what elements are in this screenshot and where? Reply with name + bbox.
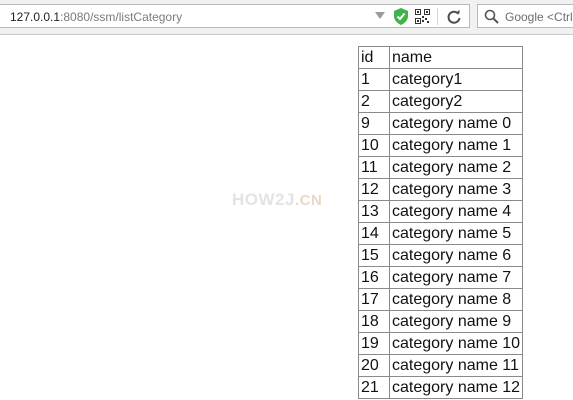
table-header-row: id name	[358, 46, 524, 69]
cell-name: category name 1	[388, 134, 524, 157]
table-row: 17 category name 8	[358, 288, 524, 311]
toolbar-separator	[437, 8, 438, 25]
cell-name: category2	[388, 90, 524, 113]
cell-id: 19	[358, 332, 390, 355]
cell-name: category name 5	[388, 222, 524, 245]
cell-name: category name 6	[388, 244, 524, 267]
cell-name: category1	[388, 68, 524, 91]
url-host: 127.0.0.1	[10, 10, 61, 24]
cell-name: category name 0	[388, 112, 524, 135]
cell-id: 17	[358, 288, 390, 311]
table-row: 14 category name 5	[358, 222, 524, 245]
table-row: 13 category name 4	[358, 200, 524, 223]
table-row: 19 category name 10	[358, 332, 524, 355]
cell-id: 2	[358, 90, 390, 113]
table-row: 16 category name 7	[358, 266, 524, 289]
cell-name: category name 11	[388, 354, 524, 377]
table-row: 9 category name 0	[358, 112, 524, 135]
table-row: 21 category name 12	[358, 376, 524, 399]
url-path: :8080/ssm/listCategory	[60, 10, 183, 24]
watermark-logo: HOW2J.CN	[232, 190, 322, 210]
reload-icon[interactable]	[446, 9, 462, 25]
search-bar[interactable]: Google <Ctrl+K>	[477, 4, 573, 28]
table-row: 11 category name 2	[358, 156, 524, 179]
search-placeholder: Google <Ctrl+K>	[505, 10, 573, 24]
column-header-name: name	[388, 46, 524, 69]
cell-name: category name 7	[388, 266, 524, 289]
cell-id: 15	[358, 244, 390, 267]
cell-id: 11	[358, 156, 390, 179]
url-bar[interactable]: 127.0.0.1:8080/ssm/listCategory	[0, 4, 470, 28]
qr-code-icon[interactable]	[415, 9, 430, 24]
column-header-id: id	[358, 46, 390, 69]
cell-name: category name 2	[388, 156, 524, 179]
url-dropdown-icon[interactable]	[375, 12, 385, 19]
cell-name: category name 10	[388, 332, 524, 355]
cell-id: 1	[358, 68, 390, 91]
table-row: 20 category name 11	[358, 354, 524, 377]
shield-icon[interactable]	[393, 8, 409, 25]
watermark-suffix: .CN	[294, 192, 323, 209]
table-row: 15 category name 6	[358, 244, 524, 267]
watermark-text: HOW2J	[232, 190, 295, 209]
table-row: 12 category name 3	[358, 178, 524, 201]
browser-toolbar: 127.0.0.1:8080/ssm/listCategory Google <…	[0, 0, 573, 35]
search-icon	[484, 9, 499, 24]
cell-name: category name 8	[388, 288, 524, 311]
table-body: 1 category1 2 category2 9 category name 0 10 ca…	[358, 68, 524, 399]
table-row: 18 category name 9	[358, 310, 524, 333]
table-row: 10 category name 1	[358, 134, 524, 157]
cell-name: category name 3	[388, 178, 524, 201]
cell-id: 21	[358, 376, 390, 399]
cell-id: 13	[358, 200, 390, 223]
table-row: 2 category2	[358, 90, 524, 113]
cell-id: 18	[358, 310, 390, 333]
cell-name: category name 4	[388, 200, 524, 223]
cell-name: category name 12	[388, 376, 524, 399]
category-table: id name 1 category1 2 category2 9 category na…	[358, 46, 524, 399]
cell-id: 20	[358, 354, 390, 377]
cell-id: 16	[358, 266, 390, 289]
cell-id: 10	[358, 134, 390, 157]
table-row: 1 category1	[358, 68, 524, 91]
cell-name: category name 9	[388, 310, 524, 333]
cell-id: 14	[358, 222, 390, 245]
url-text[interactable]: 127.0.0.1:8080/ssm/listCategory	[10, 10, 182, 24]
cell-id: 12	[358, 178, 390, 201]
cell-id: 9	[358, 112, 390, 135]
